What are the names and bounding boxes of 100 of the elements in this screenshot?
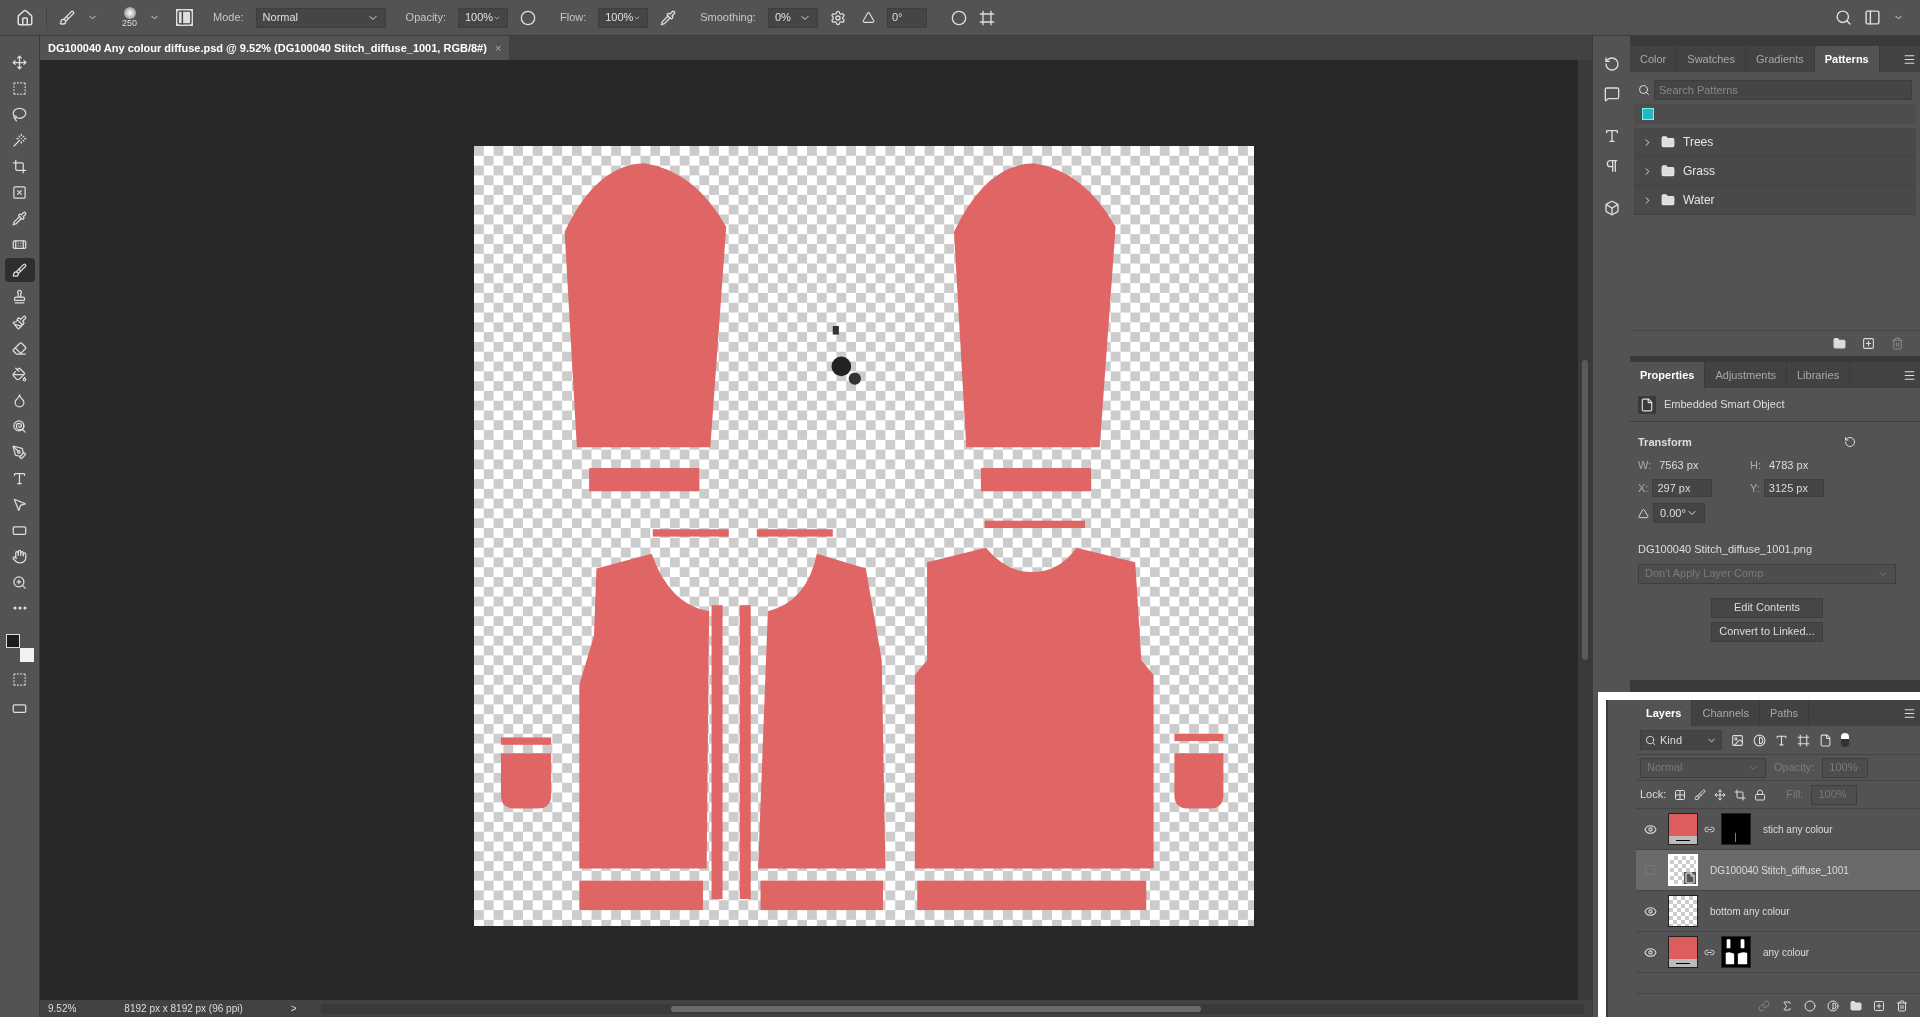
mask-icon[interactable]: [1804, 999, 1816, 1012]
lock-position-icon[interactable]: [1714, 788, 1727, 801]
type-icon: [12, 470, 27, 486]
brush-panel-icon[interactable]: [176, 9, 194, 26]
angle-field[interactable]: 0°: [886, 7, 927, 28]
filter-select[interactable]: Kind: [1640, 730, 1722, 750]
mode-select[interactable]: Normal: [255, 7, 386, 28]
document-size: 8192 px x 8192 px (96 ppi): [124, 1002, 243, 1016]
group-name: Water: [1683, 192, 1715, 209]
layer-row[interactable]: DG100040 Stitch_diffuse_1001: [1636, 850, 1920, 891]
brush-cursor-icon: [831, 326, 861, 385]
status-arrow[interactable]: >: [290, 1001, 297, 1016]
trash-icon[interactable]: [1896, 999, 1908, 1012]
group-icon[interactable]: [1850, 999, 1862, 1012]
panel-tab[interactable]: Properties: [1630, 362, 1706, 388]
panel-button[interactable]: Convert to Linked...: [1711, 621, 1823, 642]
file-name: DG100040 Stitch_diffuse_1001.png: [1638, 542, 1814, 557]
new-pattern-icon[interactable]: [1862, 337, 1875, 350]
pattern-group[interactable]: Water: [1634, 186, 1916, 215]
flow-select[interactable]: 100%: [598, 7, 649, 28]
paintbrush-icon: [12, 314, 27, 330]
document-title: DG100040 Any colour diffuse.psd @ 9.52% (DG100040 Stitch_diffuse_1001, RGB/8#): [48, 40, 487, 56]
document-tab[interactable]: DG100040 Any colour diffuse.psd @ 9.52% (DG100040 Stitch_diffuse_1001, RGB/8#) ×: [40, 36, 510, 60]
cube-icon[interactable]: [1603, 200, 1620, 216]
search-field[interactable]: Search Patterns: [1654, 80, 1912, 100]
menu-icon[interactable]: [1903, 52, 1916, 66]
layer-name: bottom any colour: [1710, 904, 1790, 919]
pattern-swatch[interactable]: [1642, 108, 1654, 120]
eye-icon[interactable]: [1643, 945, 1657, 959]
hand-icon: [12, 548, 27, 564]
type-filter-icon[interactable]: [1775, 733, 1788, 747]
background-color-swatch[interactable]: [19, 648, 34, 662]
layer-row[interactable]: bottom any colour: [1636, 891, 1920, 932]
image-filter-icon[interactable]: [1731, 733, 1744, 747]
home-icon[interactable]: [16, 8, 34, 27]
shape-filter-icon[interactable]: [1797, 733, 1810, 747]
foreground-color-swatch[interactable]: [5, 634, 20, 648]
menu-icon[interactable]: [1903, 706, 1916, 720]
panel-tab[interactable]: Layers: [1636, 700, 1693, 726]
adjustment-filter-icon[interactable]: [1753, 733, 1766, 747]
screen-mode-icon[interactable]: [12, 701, 27, 716]
crossed-square-icon: [12, 184, 27, 200]
lollipop-icon: [12, 418, 27, 434]
stamp-icon: [12, 288, 27, 304]
y-field[interactable]: 3125 px: [1763, 479, 1824, 497]
brush-tip-icon[interactable]: [123, 7, 136, 19]
layer-name: DG100040 Stitch_diffuse_1001: [1710, 863, 1849, 878]
lock-paint-icon[interactable]: [1694, 788, 1707, 801]
flow-label: Flow:: [559, 10, 587, 26]
settings-icon[interactable]: [829, 9, 846, 26]
x-field[interactable]: 297 px: [1652, 479, 1713, 497]
wand-icon: [12, 132, 27, 148]
mode-label: Mode:: [213, 10, 244, 26]
eyedropper-icon: [12, 210, 27, 226]
filter-toggle[interactable]: [1841, 733, 1849, 747]
w-label: W:: [1638, 457, 1652, 473]
zoom-icon: [12, 574, 27, 590]
new-layer-icon[interactable]: [1873, 999, 1885, 1012]
panel-button[interactable]: Edit Contents: [1711, 597, 1823, 618]
folder-icon: [1661, 193, 1675, 207]
group-name: Grass: [1683, 163, 1715, 180]
zoom-level[interactable]: 9.52%: [48, 1001, 77, 1016]
angle-icon: [1638, 507, 1649, 519]
quick-mask-icon[interactable]: [12, 672, 27, 687]
search-icon[interactable]: [1835, 9, 1852, 26]
eye-icon[interactable]: [1643, 904, 1657, 918]
angle-select[interactable]: 0.00°: [1653, 503, 1705, 523]
pattern-group[interactable]: Grass: [1634, 157, 1916, 186]
history-icon[interactable]: [1603, 56, 1620, 72]
lock-pixels-icon[interactable]: [1674, 788, 1687, 801]
object-type: Embedded Smart Object: [1664, 397, 1785, 413]
smoothing-select[interactable]: 0%: [767, 7, 818, 28]
horizontal-scrollbar[interactable]: [320, 1003, 1584, 1014]
lock-artboard-icon[interactable]: [1734, 788, 1747, 801]
more-icon: [12, 606, 27, 610]
reset-icon[interactable]: [1844, 436, 1856, 449]
droplet-icon: [12, 392, 27, 408]
lock-icon[interactable]: [1754, 788, 1767, 801]
menu-icon[interactable]: [1903, 368, 1916, 382]
mask-thumbnail: [1721, 936, 1751, 968]
layer-name: stich any colour: [1763, 822, 1833, 837]
search-icon: [1645, 734, 1656, 746]
fill-thumbnail: [1668, 936, 1698, 968]
lasso-icon: [12, 106, 27, 122]
pattern-group[interactable]: Trees: [1634, 128, 1916, 157]
character-icon[interactable]: [1603, 128, 1620, 144]
pen-icon: [12, 444, 27, 460]
adjustment-icon[interactable]: [1827, 999, 1839, 1012]
eye-icon[interactable]: [1643, 822, 1657, 836]
vertical-scrollbar[interactable]: [1578, 60, 1592, 1000]
new-group-icon[interactable]: [1833, 337, 1846, 350]
layer-row[interactable]: any colour: [1636, 932, 1920, 973]
brush-icon[interactable]: [59, 9, 75, 26]
tool-button[interactable]: [4, 258, 35, 282]
opacity-select[interactable]: 100%: [457, 7, 508, 28]
folder-icon: [1661, 164, 1675, 178]
workspace-icon[interactable]: [1864, 9, 1881, 26]
panel-tab[interactable]: Patterns: [1814, 46, 1880, 72]
smart-filter-icon[interactable]: [1819, 733, 1832, 747]
comment-icon[interactable]: [1603, 86, 1620, 102]
